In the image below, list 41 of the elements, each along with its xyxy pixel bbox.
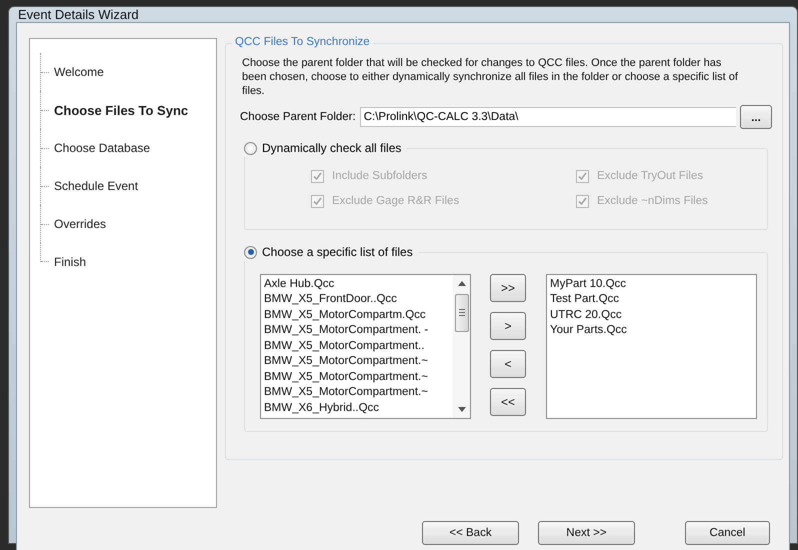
list-item[interactable]: BMW_X5_MotorCompartment.. [264, 338, 453, 354]
wizard-button[interactable]: Cancel [684, 521, 770, 545]
list-item[interactable]: BMW_X5_MotorCompartment.~ [264, 370, 453, 385]
list-item[interactable]: Axle Hub.Qcc [264, 276, 453, 292]
description-text: Choose the parent folder that will be checked for changes to QCC files. Once the parent folder has been chosen, choose to either dynamically synchronize all files in the folder or choose a specific list of files. [242, 56, 739, 98]
browse-button[interactable]: ... [740, 105, 772, 129]
wizard-step[interactable]: Overrides [54, 217, 106, 231]
window-title: Event Details Wizard [17, 7, 139, 22]
selected-files-list[interactable]: MyPart 10.Qcc Test Part.Qcc UTRC 20.Qcc Your Parts.Qcc [546, 274, 757, 418]
radio-label[interactable]: Dynamically check all files [262, 141, 402, 155]
wizard-step[interactable]: Welcome [54, 65, 104, 79]
wizard-step[interactable]: Choose Files To Sync [54, 102, 188, 118]
list-item[interactable]: BMW_X5_MotorCompartment. - [264, 323, 453, 338]
scroll-down-icon[interactable] [458, 406, 466, 412]
list-item[interactable]: Your Parts.Qcc [550, 323, 756, 338]
wizard-button[interactable]: Next >> [538, 521, 635, 545]
wizard-step[interactable]: Choose Database [54, 141, 150, 155]
folder-field[interactable]: C:\Prolink\QC-CALC 3.3\Data\ [360, 107, 736, 127]
wizard-button[interactable]: << Back [422, 521, 519, 545]
section-title: QCC Files To Synchronize [232, 36, 373, 48]
transfer-button[interactable]: > [490, 312, 526, 340]
transfer-button[interactable]: < [490, 350, 526, 378]
list-item[interactable]: BMW_X5_MotorCompartment.~ [264, 354, 453, 370]
transfer-button[interactable]: >> [490, 274, 526, 302]
wizard-step[interactable]: Finish [54, 255, 86, 269]
wizard-step[interactable]: Schedule Event [54, 179, 138, 193]
list-item[interactable]: BMW_X5_MotorCompartm.Qcc [264, 308, 453, 323]
available-files-list[interactable] [260, 274, 471, 418]
list-item[interactable]: UTRC 20.Qcc [550, 308, 756, 323]
list-item[interactable]: MyPart 10.Qcc [550, 276, 756, 292]
radio-label[interactable]: Choose a specific list of files [262, 245, 413, 259]
list-item[interactable]: BMW_X6_Hybrid..Qcc [264, 400, 453, 416]
scrollbar[interactable] [453, 274, 470, 418]
radio-button[interactable] [244, 142, 257, 154]
radio-button[interactable] [244, 246, 257, 258]
list-item[interactable]: BMW_X5_FrontDoor..Qcc [264, 292, 453, 308]
folder-label: Choose Parent Folder: [240, 111, 356, 123]
list-item[interactable]: BMW_X5_MotorCompartment.~ [264, 385, 453, 400]
list-item[interactable]: Test Part.Qcc [550, 292, 756, 308]
scroll-up-icon[interactable] [458, 280, 466, 286]
transfer-button[interactable]: << [490, 388, 526, 416]
